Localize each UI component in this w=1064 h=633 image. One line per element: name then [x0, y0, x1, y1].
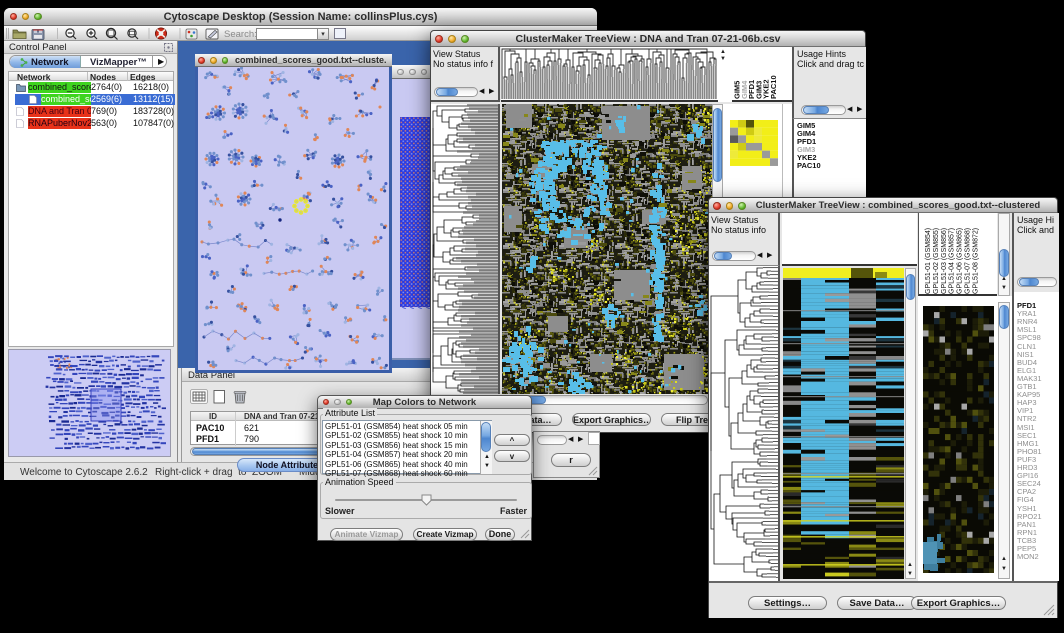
svg-text:Search:: Search: — [224, 29, 257, 40]
svg-text:GPL51-02 (GSM855): GPL51-02 (GSM855) — [933, 228, 940, 294]
svg-text:GPL51-06 (GSM865): GPL51-06 (GSM865) — [957, 228, 964, 294]
svg-text:GPL51-08 (GSM872): GPL51-08 (GSM872) — [972, 228, 979, 294]
svg-text:GPL51-07 (GSM868): GPL51-07 (GSM868) — [965, 228, 972, 294]
svg-text:GPL51-01 (GSM854): GPL51-01 (GSM854) — [925, 228, 932, 294]
svg-text:GPL51-04 (GSM857): GPL51-04 (GSM857) — [949, 228, 956, 294]
svg-text:PAC10: PAC10 — [769, 75, 778, 99]
svg-text:GPL51-03 (GSM856): GPL51-03 (GSM856) — [941, 228, 948, 294]
